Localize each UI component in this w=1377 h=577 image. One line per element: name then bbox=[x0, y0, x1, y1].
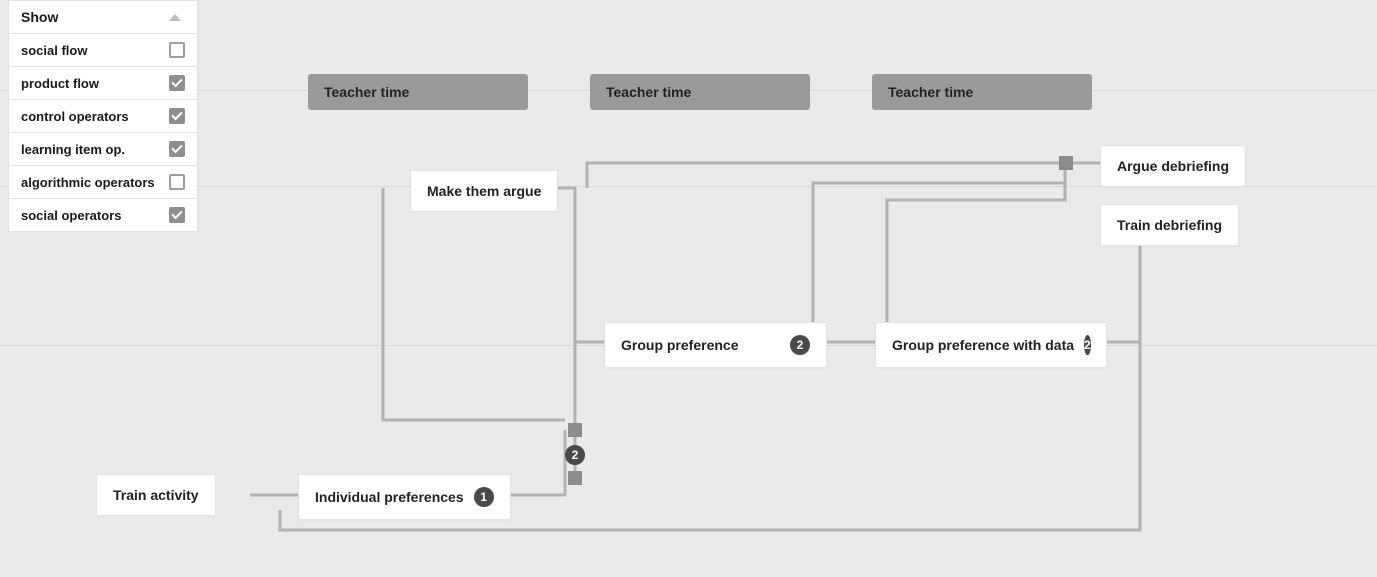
diagram-canvas[interactable]: Teacher time Teacher time Teacher time T… bbox=[0, 0, 1377, 577]
chevron-up-icon bbox=[169, 14, 181, 21]
node-label: Make them argue bbox=[427, 183, 541, 199]
checkbox-icon[interactable] bbox=[169, 207, 185, 223]
teacher-time-block[interactable]: Teacher time bbox=[872, 74, 1092, 110]
node-group-preference[interactable]: Group preference 2 bbox=[604, 322, 827, 368]
checkbox-icon[interactable] bbox=[169, 108, 185, 124]
teacher-time-block[interactable]: Teacher time bbox=[308, 74, 528, 110]
filter-header[interactable]: Show bbox=[9, 1, 197, 34]
node-argue-debriefing[interactable]: Argue debriefing bbox=[1100, 145, 1246, 187]
filter-row-label: control operators bbox=[21, 109, 129, 124]
checkbox-icon[interactable] bbox=[169, 75, 185, 91]
node-label: Train debriefing bbox=[1117, 217, 1222, 233]
node-badge: 2 bbox=[1084, 335, 1091, 355]
node-label: Individual preferences bbox=[315, 489, 464, 505]
checkbox-icon[interactable] bbox=[169, 174, 185, 190]
node-label: Train activity bbox=[113, 487, 199, 503]
node-train-debriefing[interactable]: Train debriefing bbox=[1100, 204, 1239, 246]
filter-header-label: Show bbox=[21, 9, 58, 25]
filter-row-label: product flow bbox=[21, 76, 99, 91]
filter-panel: Show social flow product flow control op… bbox=[8, 0, 198, 232]
filter-row-social-flow[interactable]: social flow bbox=[9, 34, 197, 67]
filter-row-learning-item-op[interactable]: learning item op. bbox=[9, 133, 197, 166]
filter-row-label: learning item op. bbox=[21, 142, 125, 157]
filter-row-label: social operators bbox=[21, 208, 121, 223]
filter-row-product-flow[interactable]: product flow bbox=[9, 67, 197, 100]
filter-row-social-operators[interactable]: social operators bbox=[9, 199, 197, 231]
filter-row-label: algorithmic operators bbox=[21, 175, 155, 190]
filter-row-label: social flow bbox=[21, 43, 87, 58]
filter-row-algorithmic-operators[interactable]: algorithmic operators bbox=[9, 166, 197, 199]
node-group-preference-with-data[interactable]: Group preference with data 2 bbox=[875, 322, 1107, 368]
checkbox-icon[interactable] bbox=[169, 42, 185, 58]
operator-badge[interactable]: 2 bbox=[565, 445, 585, 465]
node-badge: 1 bbox=[474, 487, 494, 507]
checkbox-icon[interactable] bbox=[169, 141, 185, 157]
node-badge: 2 bbox=[790, 335, 810, 355]
node-label: Group preference with data bbox=[892, 337, 1074, 353]
node-label: Argue debriefing bbox=[1117, 158, 1229, 174]
node-make-them-argue[interactable]: Make them argue bbox=[410, 170, 558, 212]
node-label: Group preference bbox=[621, 337, 738, 353]
filter-row-control-operators[interactable]: control operators bbox=[9, 100, 197, 133]
teacher-time-block[interactable]: Teacher time bbox=[590, 74, 810, 110]
node-individual-preferences[interactable]: Individual preferences 1 bbox=[298, 474, 511, 520]
node-train-activity[interactable]: Train activity bbox=[96, 474, 216, 516]
